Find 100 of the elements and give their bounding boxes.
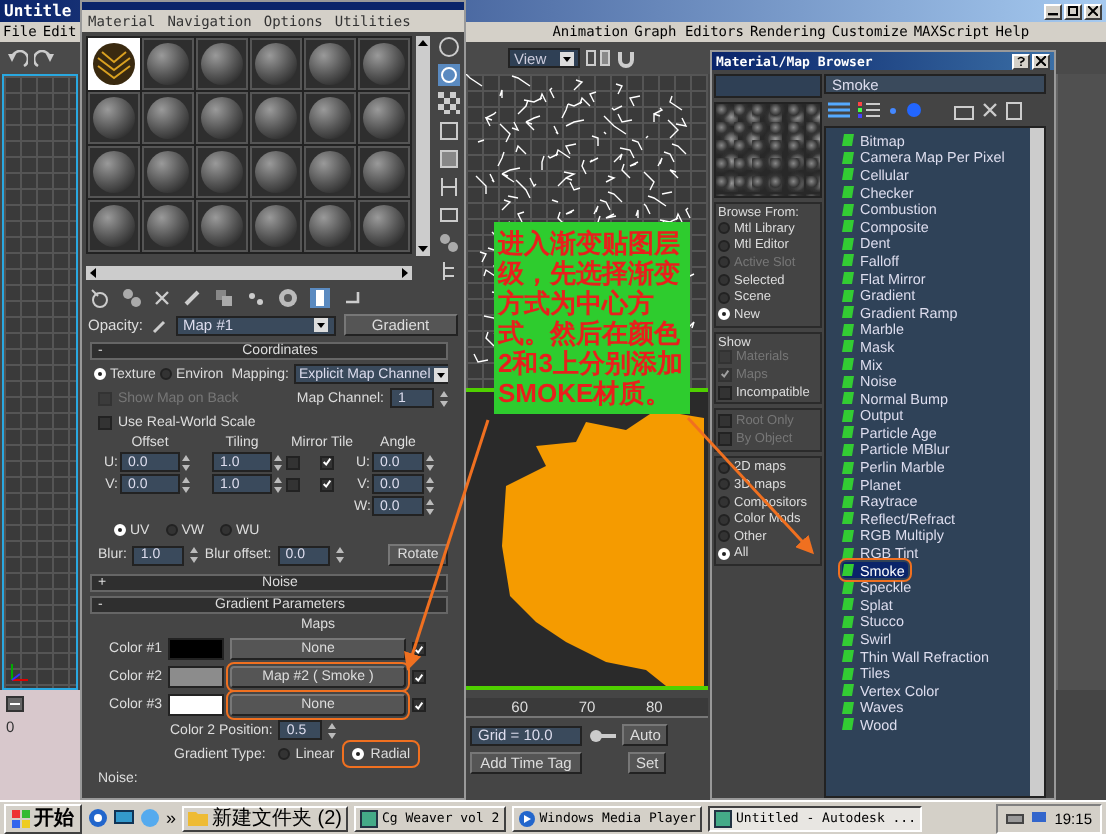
library-icon	[954, 101, 974, 119]
scrollbar[interactable]	[416, 36, 430, 256]
radio-button[interactable]	[718, 530, 730, 543]
callout-tooltip: 进入渐变贴图层级，先选择渐变方式为中心方式。然后在颜色2和3上分别添加SMOKE材质。	[494, 222, 690, 414]
sphere-icon	[200, 42, 244, 86]
sphere-icon	[438, 36, 460, 58]
sphere-icon	[362, 150, 406, 194]
link-icon	[182, 288, 202, 308]
sphere-icon	[254, 42, 298, 86]
more-button[interactable]: »	[166, 808, 177, 828]
panel-icon	[438, 148, 460, 170]
radio-button[interactable]	[718, 461, 730, 474]
folder-icon	[188, 810, 209, 826]
spheres-icon	[438, 232, 460, 254]
question-icon	[1016, 56, 1026, 66]
sphere-icon	[254, 150, 298, 194]
radio-button[interactable]	[718, 274, 730, 287]
sphere-icon	[308, 42, 352, 86]
left-arrow-icon	[86, 266, 100, 280]
right-arrow-icon	[398, 266, 412, 280]
list-view-icon	[828, 101, 850, 119]
radio-button[interactable]	[277, 748, 290, 760]
spinner-icon	[335, 546, 344, 564]
redo-icon	[34, 49, 54, 67]
checkbox[interactable]	[286, 477, 300, 491]
radio-button[interactable]	[159, 368, 172, 380]
close-icon	[1088, 6, 1098, 16]
annotation-arrow	[686, 417, 815, 555]
close-button[interactable]	[1084, 3, 1102, 19]
axis-icon	[10, 662, 30, 682]
show-map-icon	[310, 288, 330, 308]
help-button[interactable]	[1012, 53, 1030, 69]
viewport[interactable]	[2, 74, 78, 690]
start-button[interactable]: 开始	[4, 803, 82, 833]
desktop-icon	[114, 808, 134, 828]
radio-button[interactable]	[718, 478, 730, 491]
small-dot-icon	[888, 105, 898, 115]
checkbox[interactable]	[412, 698, 426, 712]
app-icon	[360, 809, 379, 827]
checkbox[interactable]	[320, 477, 334, 491]
spheres-icon	[122, 288, 142, 308]
tree-icon	[438, 260, 460, 282]
square-icon	[438, 120, 460, 142]
sphere-icon	[146, 204, 190, 248]
sphere-icon	[200, 204, 244, 248]
checkbox[interactable]	[718, 385, 732, 400]
caret-icon	[434, 367, 448, 381]
checkbox[interactable]	[718, 431, 732, 446]
checkbox[interactable]	[718, 414, 732, 429]
cross-icon	[154, 290, 170, 306]
up-arrow-icon	[416, 36, 430, 50]
sphere-icon	[308, 96, 352, 140]
caret-icon	[313, 318, 328, 332]
checker-icon	[438, 92, 460, 114]
color-swatch[interactable]	[168, 638, 224, 660]
network-icon	[1030, 809, 1049, 827]
film-icon	[438, 204, 460, 226]
sphere-icon	[200, 150, 244, 194]
key-icon	[6, 696, 24, 712]
checkbox[interactable]	[412, 670, 426, 684]
spinner-icon	[328, 721, 337, 739]
maximize-button[interactable]	[1064, 3, 1082, 19]
app-icon	[714, 809, 732, 827]
scrollbar[interactable]	[1030, 128, 1044, 796]
sphere-icon	[308, 204, 352, 248]
radio-button[interactable]	[718, 513, 730, 526]
radio-button[interactable]	[718, 222, 730, 235]
globe-icon	[140, 808, 160, 828]
minimize-button[interactable]	[1044, 3, 1062, 19]
checkbox[interactable]	[320, 455, 334, 469]
browser-icon	[88, 808, 108, 828]
radio-button[interactable]	[718, 291, 730, 304]
radio-button[interactable]	[718, 239, 730, 252]
eyedropper-icon	[151, 317, 168, 333]
document-icon	[1006, 101, 1022, 119]
sphere-icon	[200, 96, 244, 140]
windows-flag-icon	[12, 809, 30, 827]
taskbar-button[interactable]: 新建文件夹 (2)	[182, 805, 349, 831]
ball-icon	[278, 288, 298, 308]
checkbox[interactable]	[286, 455, 300, 469]
icon-list-icon	[858, 101, 880, 119]
scrollbar[interactable]	[86, 266, 412, 280]
radio-button[interactable]	[165, 524, 178, 536]
sphere-icon	[146, 150, 190, 194]
close-button[interactable]	[1032, 53, 1050, 69]
sphere-icon	[92, 150, 136, 194]
checkbox[interactable]	[98, 415, 112, 429]
radio-button[interactable]	[718, 496, 730, 509]
radio-button[interactable]	[220, 524, 233, 536]
sphere-icon	[254, 96, 298, 140]
textured-sphere-icon	[92, 42, 136, 86]
sphere-icon	[92, 96, 136, 140]
mirror-icon	[586, 48, 610, 68]
color-swatch[interactable]	[168, 666, 224, 688]
name-field[interactable]	[714, 74, 822, 98]
color-swatch[interactable]	[168, 694, 224, 716]
down-arrow-icon	[416, 242, 430, 256]
bracket-icon	[438, 176, 460, 198]
media-player-icon	[517, 809, 536, 827]
sphere-icon	[362, 96, 406, 140]
